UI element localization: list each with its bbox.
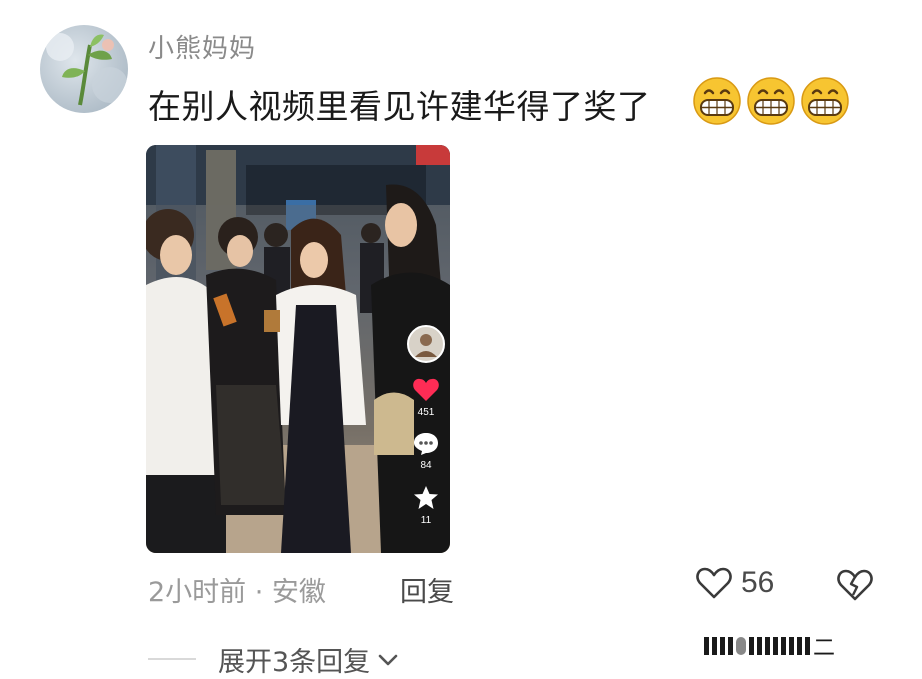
video-comment-count: 84 [420,460,432,471]
avatar[interactable] [40,25,128,113]
grinning-emoji-icon [693,77,741,125]
creator-avatar-icon[interactable] [407,325,445,363]
heart-outline-icon [696,567,732,599]
expand-replies-button[interactable]: 展开3条回复 [218,640,400,679]
grinning-emoji-icon [747,77,795,125]
watermark-text: 二 [813,635,836,660]
grinning-emoji-icon [801,77,849,125]
video-thumbnail[interactable]: 451 84 11 [146,145,450,553]
dislike-button[interactable] [836,568,874,606]
comment-text: 在别人视频里看见许建华得了奖了 [148,87,651,126]
emoji-row [692,76,850,126]
comment-like-count: 56 [741,566,775,599]
comment-like-button[interactable]: 56 [695,566,774,600]
username[interactable]: 小熊妈妈 [148,28,256,65]
watermark: 二 [700,628,840,664]
video-action-sidebar: 451 84 11 [402,325,450,526]
reply-divider [148,658,196,660]
chevron-down-icon [378,654,398,665]
like-heart-icon[interactable] [412,377,440,403]
broken-heart-icon [837,569,873,601]
comment-bubble-icon[interactable] [413,432,439,456]
video-favorite-count: 11 [420,515,432,526]
reply-button[interactable]: 回复 [400,570,454,609]
time-location: 2小时前 · 安徽 [148,577,326,608]
expand-replies-label: 展开3条回复 [218,647,371,678]
favorite-star-icon[interactable] [413,485,439,511]
video-like-count: 451 [417,407,435,418]
